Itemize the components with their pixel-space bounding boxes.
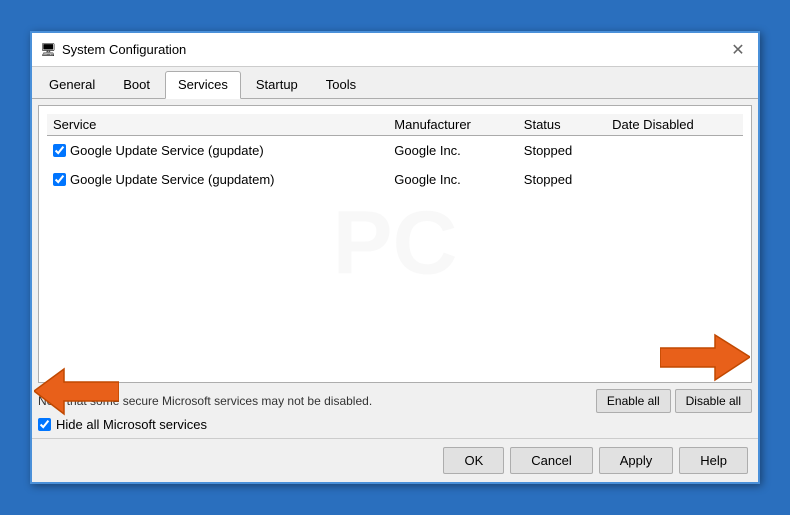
manufacturer-cell-2: Google Inc.	[388, 165, 517, 194]
enable-all-button[interactable]: Enable all	[596, 389, 671, 413]
service-name-cell-2: Google Update Service (gupdatem)	[47, 165, 388, 194]
hide-ms-label: Hide all Microsoft services	[56, 417, 207, 432]
services-table: Service Manufacturer Status Date Disable…	[47, 114, 743, 374]
enable-disable-buttons: Enable all Disable all	[596, 389, 752, 413]
tab-bar: General Boot Services Startup Tools	[32, 67, 758, 99]
table-row: Google Update Service (gupdatem) Google …	[47, 165, 743, 194]
hide-ms-checkbox[interactable]	[38, 418, 51, 431]
tab-boot[interactable]: Boot	[110, 71, 163, 98]
footer: OK Cancel Apply Help	[32, 438, 758, 482]
service-name-1: Google Update Service (gupdate)	[70, 143, 264, 158]
manufacturer-cell-1: Google Inc.	[388, 136, 517, 166]
col-header-status: Status	[518, 114, 606, 136]
apply-button[interactable]: Apply	[599, 447, 674, 474]
tab-startup[interactable]: Startup	[243, 71, 311, 98]
table-row: Google Update Service (gupdate) Google I…	[47, 136, 743, 166]
note-text: Note that some secure Microsoft services…	[38, 394, 372, 408]
tab-general[interactable]: General	[36, 71, 108, 98]
help-button[interactable]: Help	[679, 447, 748, 474]
status-cell-2: Stopped	[518, 165, 606, 194]
service-checkbox-1[interactable]	[53, 144, 66, 157]
disable-all-button[interactable]: Disable all	[675, 389, 752, 413]
status-cell-1: Stopped	[518, 136, 606, 166]
tab-services[interactable]: Services	[165, 71, 241, 99]
service-checkbox-2[interactable]	[53, 173, 66, 186]
col-header-date-disabled: Date Disabled	[606, 114, 743, 136]
date-disabled-cell-2	[606, 165, 743, 194]
tab-tools[interactable]: Tools	[313, 71, 369, 98]
service-name-2: Google Update Service (gupdatem)	[70, 172, 275, 187]
hide-ms-row: Hide all Microsoft services	[38, 417, 752, 432]
bottom-note-row: Note that some secure Microsoft services…	[38, 389, 752, 413]
title-bar: 🖥 System Configuration ✕	[32, 33, 758, 67]
cancel-button[interactable]: Cancel	[510, 447, 592, 474]
col-header-manufacturer: Manufacturer	[388, 114, 517, 136]
ok-button[interactable]: OK	[443, 447, 504, 474]
service-name-cell: Google Update Service (gupdate)	[47, 136, 388, 166]
close-button[interactable]: ✕	[726, 38, 750, 62]
system-config-window: 🖥 System Configuration ✕ General Boot Se…	[30, 31, 760, 484]
services-content: PC Service Manufacturer Status Date Disa…	[38, 105, 752, 383]
window-title: System Configuration	[62, 42, 186, 57]
date-disabled-cell-1	[606, 136, 743, 166]
title-bar-left: 🖥 System Configuration	[40, 42, 186, 58]
window-icon: 🖥	[40, 42, 56, 58]
col-header-service: Service	[47, 114, 388, 136]
